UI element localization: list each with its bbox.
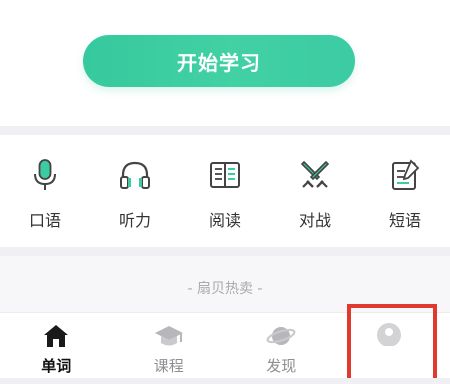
bottom-strip [0, 378, 450, 384]
microphone-icon [34, 159, 56, 190]
feature-battle[interactable]: 对战 [270, 135, 360, 247]
section-divider [0, 247, 450, 256]
feature-grid: 口语 听力 阅读 对战 短语 [0, 135, 450, 247]
planet-icon [266, 327, 296, 345]
feature-label: 对战 [298, 211, 331, 230]
feature-listening[interactable]: 听力 [90, 135, 180, 247]
promo-title: - 扇贝热卖 - [187, 281, 263, 297]
feature-label: 听力 [118, 211, 151, 230]
tab-courses[interactable]: 课程 [113, 313, 226, 384]
tab-words[interactable]: 单词 [0, 313, 113, 384]
home-icon [44, 325, 68, 347]
book-icon [210, 162, 240, 188]
feature-label: 口语 [28, 211, 61, 230]
tab-label: 单词 [41, 357, 72, 375]
feature-label: 阅读 [208, 211, 241, 230]
learning-panel: 开始学习 [0, 0, 450, 126]
section-divider [0, 126, 450, 135]
profile-icon[interactable] [372, 318, 406, 346]
headphones-icon [120, 161, 150, 189]
feature-speaking[interactable]: 口语 [0, 135, 90, 247]
note-edit-icon [392, 159, 420, 190]
feature-reading[interactable]: 阅读 [180, 135, 270, 247]
tab-label: 课程 [153, 357, 184, 375]
tab-discover[interactable]: 发现 [225, 313, 338, 384]
promo-section: - 扇贝热卖 - [0, 256, 450, 312]
crossed-swords-icon [300, 160, 330, 188]
feature-label: 短语 [388, 211, 421, 230]
feature-phrases[interactable]: 短语 [360, 135, 450, 247]
graduation-cap-icon [154, 326, 183, 346]
start-learning-button[interactable]: 开始学习 [83, 35, 355, 87]
tab-label: 发现 [266, 357, 297, 375]
